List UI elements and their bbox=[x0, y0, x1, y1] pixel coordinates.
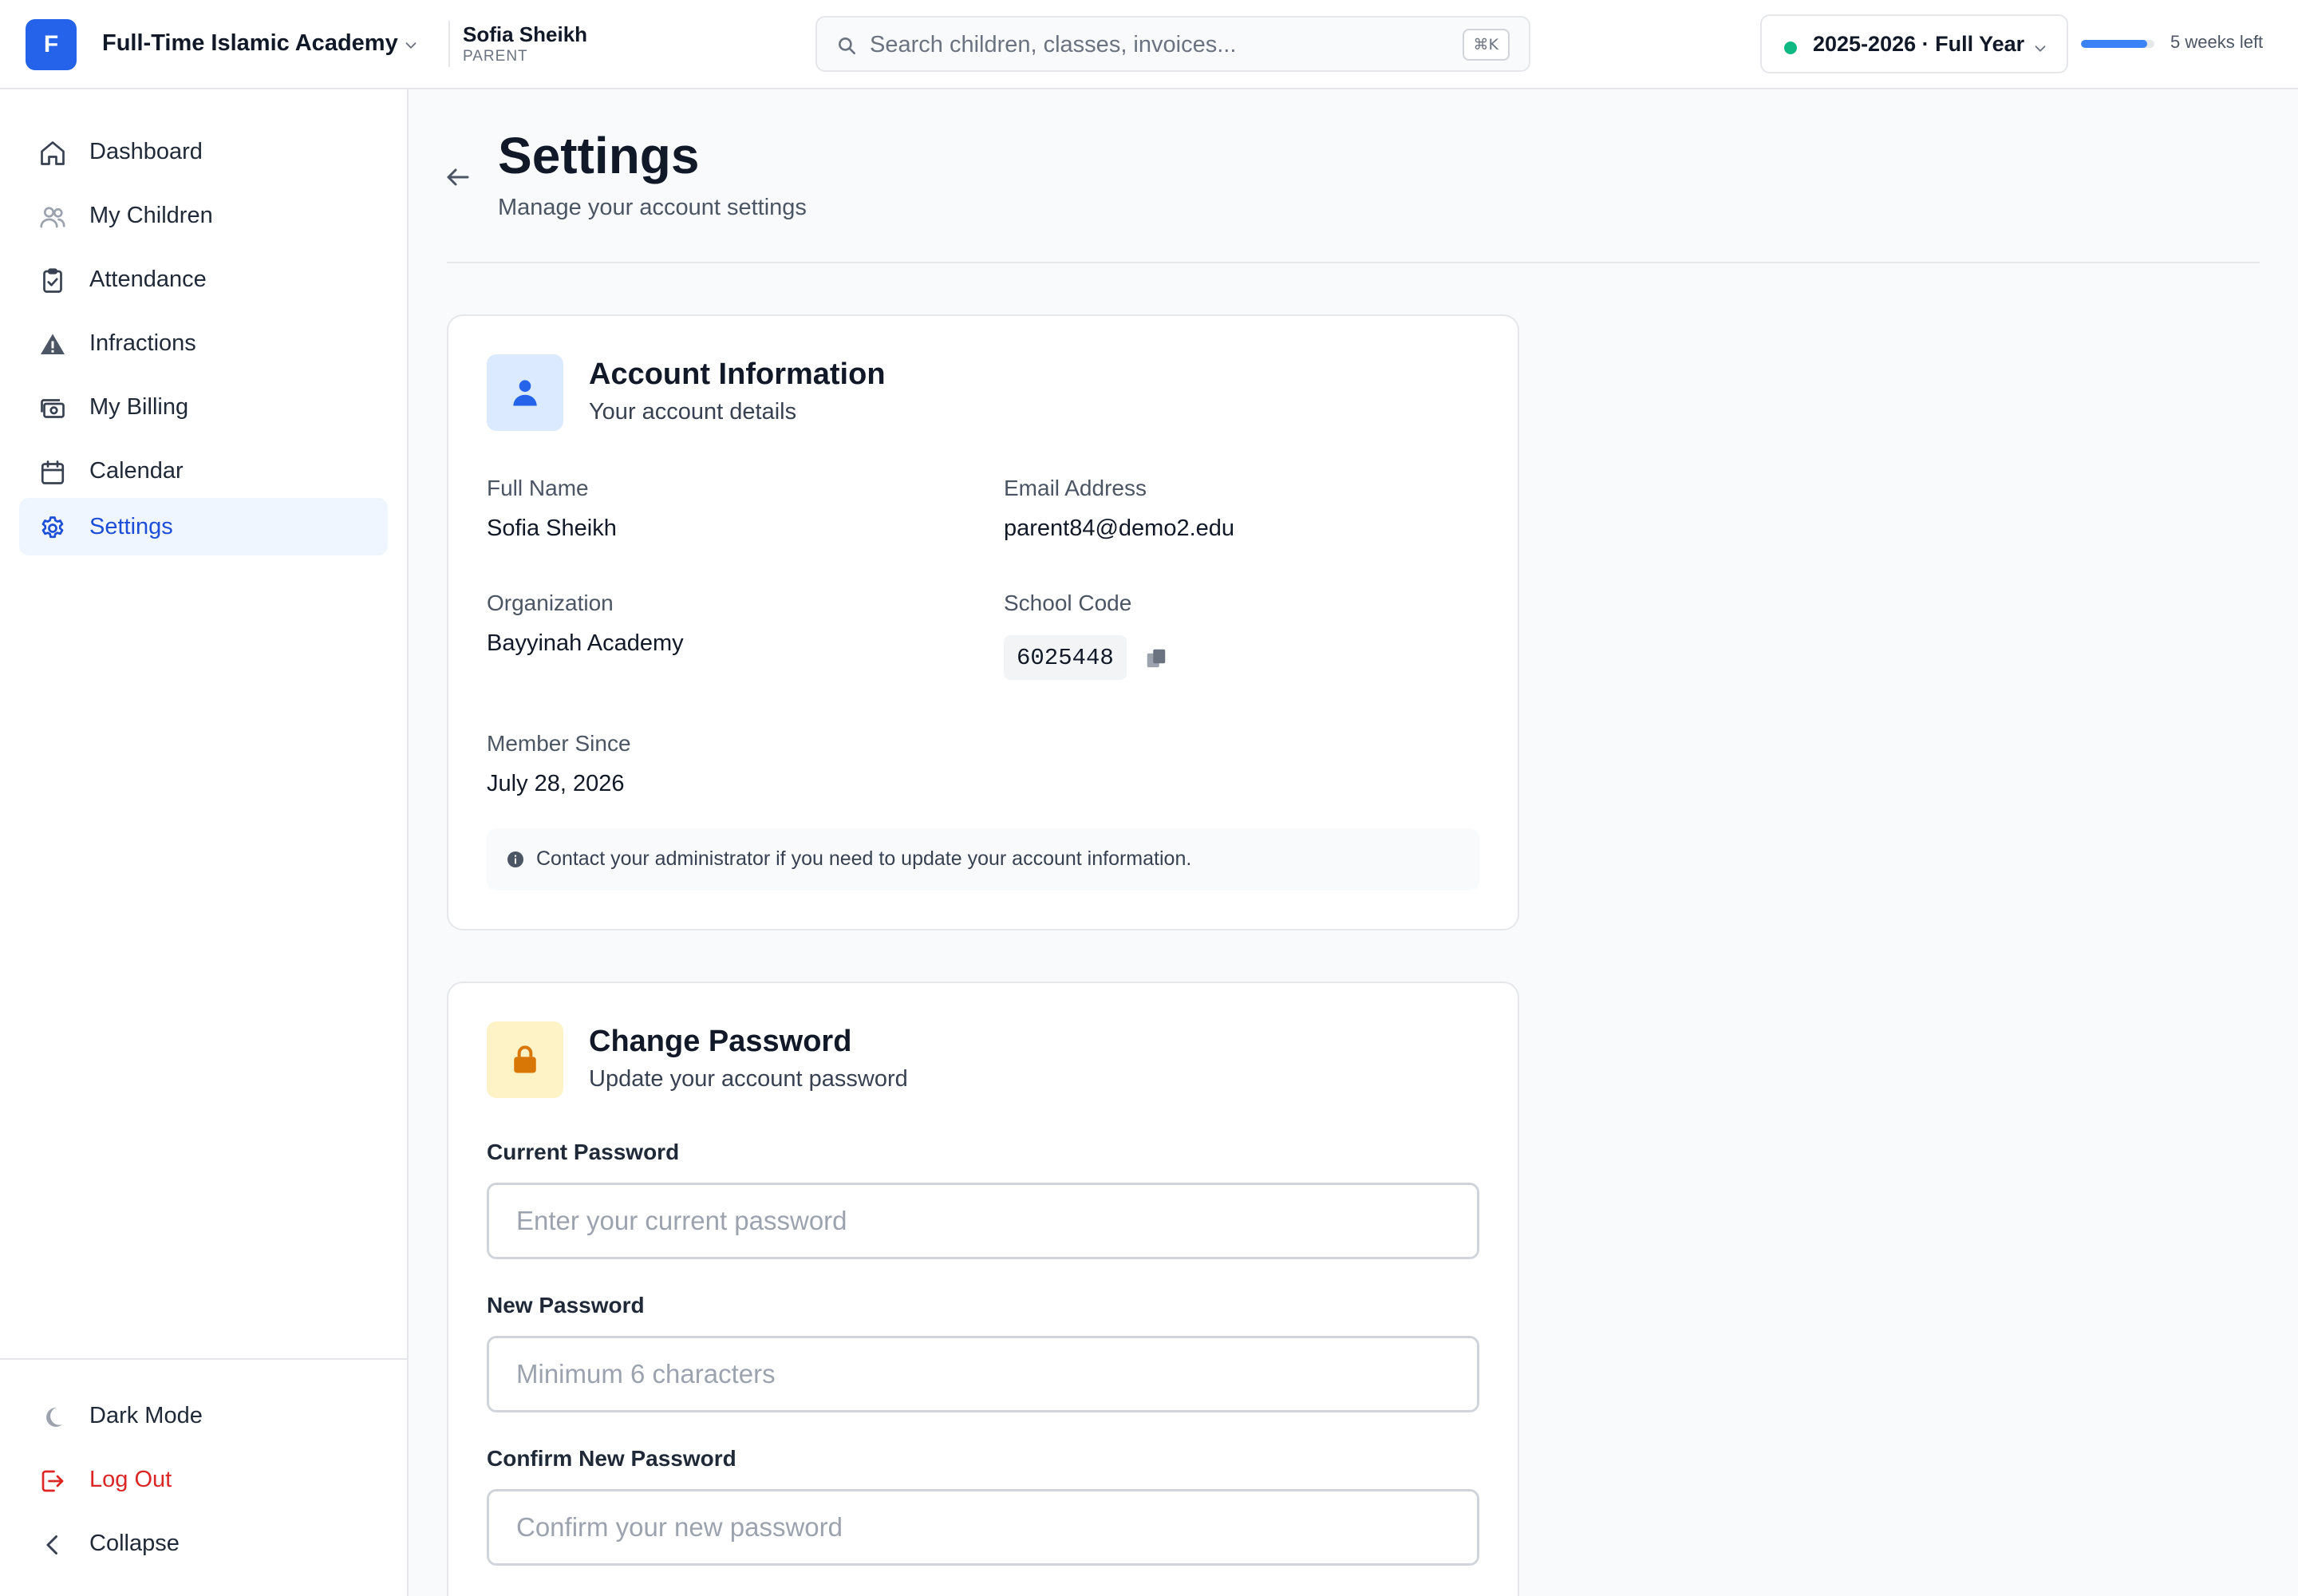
search-icon bbox=[836, 35, 857, 56]
collapse-label: Collapse bbox=[89, 1531, 180, 1556]
sidebar-item-my-billing[interactable]: My Billing bbox=[19, 378, 388, 436]
sidebar-item-label: Calendar bbox=[89, 458, 184, 484]
confirm-password-label: Confirm New Password bbox=[487, 1446, 736, 1471]
search-input[interactable] bbox=[870, 27, 1444, 62]
organization-value: Bayyinah Academy bbox=[487, 630, 684, 656]
confirm-password-input[interactable] bbox=[487, 1489, 1479, 1566]
full-name-label: Full Name bbox=[487, 476, 589, 500]
back-button[interactable] bbox=[440, 160, 476, 195]
new-password-label: New Password bbox=[487, 1293, 645, 1317]
card-subtitle: Your account details bbox=[589, 399, 797, 425]
info-note-text: Contact your administrator if you need t… bbox=[536, 847, 1192, 870]
member-since-value: July 28, 2026 bbox=[487, 771, 625, 796]
school-year-select[interactable]: 2025-2026 · Full Year bbox=[1760, 14, 2068, 73]
arrow-left-icon bbox=[444, 163, 472, 192]
member-since-label: Member Since bbox=[487, 731, 631, 756]
sidebar-divider bbox=[0, 1358, 407, 1360]
info-note: Contact your administrator if you need t… bbox=[487, 828, 1479, 891]
user-name: Sofia Sheikh bbox=[463, 22, 588, 46]
copy-icon bbox=[1144, 646, 1168, 670]
weeks-left-label: 5 weeks left bbox=[2170, 32, 2264, 52]
logout-icon bbox=[38, 1467, 67, 1495]
user-role: PARENT bbox=[463, 48, 528, 65]
term-progress-fill bbox=[2081, 40, 2147, 48]
school-year-label: 2025-2026 · Full Year bbox=[1813, 32, 2025, 56]
dark-mode-label: Dark Mode bbox=[89, 1403, 203, 1428]
card-subtitle: Update your account password bbox=[589, 1066, 908, 1092]
term-progress-bar bbox=[2081, 40, 2154, 48]
card-title: Account Information bbox=[589, 358, 886, 391]
gear-icon bbox=[38, 514, 67, 543]
billing-icon bbox=[38, 394, 67, 423]
sidebar-item-label: Infractions bbox=[89, 330, 196, 356]
org-switcher[interactable]: Full-Time Islamic Academy bbox=[102, 30, 398, 57]
page-title: Settings bbox=[498, 127, 700, 184]
sidebar-item-label: Attendance bbox=[89, 267, 207, 292]
current-password-label: Current Password bbox=[487, 1140, 680, 1164]
sidebar-item-infractions[interactable]: Infractions bbox=[19, 314, 388, 372]
moon-icon bbox=[38, 1403, 67, 1432]
sidebar-item-label: Dashboard bbox=[89, 139, 203, 164]
chevron-down-icon bbox=[2031, 40, 2049, 57]
change-password-card: Change Password Update your account pass… bbox=[447, 982, 1519, 1596]
sidebar-item-my-children[interactable]: My Children bbox=[19, 187, 388, 244]
email-label: Email Address bbox=[1004, 476, 1147, 500]
home-icon bbox=[38, 139, 67, 168]
copy-school-code-button[interactable] bbox=[1143, 645, 1170, 672]
clipboard-check-icon bbox=[38, 267, 67, 295]
organization-label: Organization bbox=[487, 591, 614, 615]
search-shortcut-badge: ⌘K bbox=[1462, 29, 1510, 61]
sidebar-item-label: My Children bbox=[89, 203, 213, 228]
chevron-left-icon bbox=[38, 1531, 67, 1559]
year-status-dot bbox=[1784, 41, 1797, 54]
header-divider bbox=[447, 262, 2260, 263]
global-search[interactable]: ⌘K bbox=[815, 16, 1530, 72]
new-password-input[interactable] bbox=[487, 1336, 1479, 1412]
account-information-card: Account Information Your account details… bbox=[447, 314, 1519, 930]
sidebar-item-attendance[interactable]: Attendance bbox=[19, 251, 388, 308]
warning-icon bbox=[38, 330, 67, 359]
sidebar-item-calendar[interactable]: Calendar bbox=[19, 442, 388, 500]
full-name-value: Sofia Sheikh bbox=[487, 516, 617, 541]
school-code-label: School Code bbox=[1004, 591, 1132, 615]
sidebar-item-dashboard[interactable]: Dashboard bbox=[19, 123, 388, 180]
email-value: parent84@demo2.edu bbox=[1004, 516, 1235, 541]
card-title: Change Password bbox=[589, 1025, 852, 1058]
org-logo[interactable]: F bbox=[26, 19, 77, 70]
user-icon bbox=[487, 354, 563, 431]
calendar-icon bbox=[38, 458, 67, 487]
page-subtitle: Manage your account settings bbox=[498, 195, 807, 220]
info-icon bbox=[506, 850, 525, 869]
logout-label: Log Out bbox=[89, 1467, 172, 1492]
collapse-sidebar-button[interactable]: Collapse bbox=[19, 1515, 388, 1572]
lock-icon bbox=[487, 1021, 563, 1098]
chevron-down-icon[interactable] bbox=[402, 37, 420, 54]
users-icon bbox=[38, 203, 67, 231]
logout-button[interactable]: Log Out bbox=[19, 1451, 388, 1508]
sidebar-item-settings[interactable]: Settings bbox=[19, 498, 388, 555]
dark-mode-toggle[interactable]: Dark Mode bbox=[19, 1387, 388, 1444]
current-password-input[interactable] bbox=[487, 1183, 1479, 1259]
topbar-divider bbox=[448, 21, 450, 67]
sidebar: Dashboard My Children Attendance Infract… bbox=[0, 89, 409, 1596]
top-bar: F Full-Time Islamic Academy Sofia Sheikh… bbox=[0, 0, 2298, 89]
school-code-value: 6025448 bbox=[1004, 635, 1127, 680]
sidebar-item-label: Settings bbox=[89, 514, 173, 539]
sidebar-item-label: My Billing bbox=[89, 394, 189, 420]
